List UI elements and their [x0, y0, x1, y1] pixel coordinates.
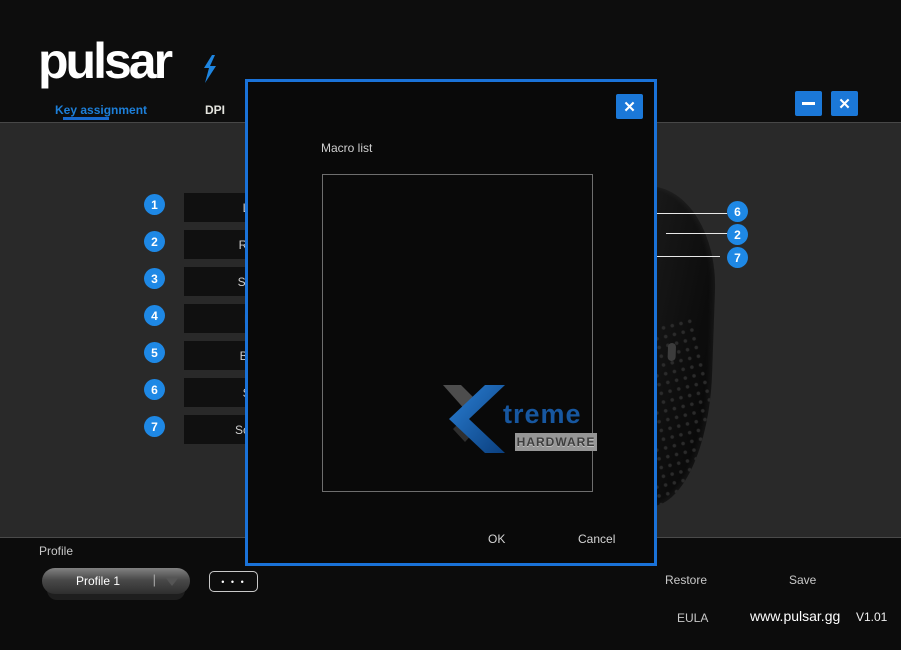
minimize-icon: [802, 102, 815, 105]
minimize-button[interactable]: [795, 91, 822, 116]
dropdown-separator: |: [153, 572, 156, 587]
profile-label: Profile: [39, 544, 73, 558]
restore-button[interactable]: Restore: [665, 573, 707, 587]
button-badge-7: 7: [144, 416, 165, 437]
callout-line-6: [650, 213, 727, 214]
watermark-x-icon: [443, 385, 505, 453]
profile-value: Profile 1: [76, 574, 120, 588]
save-button[interactable]: Save: [789, 573, 816, 587]
dialog-title: Macro list: [321, 141, 372, 155]
button-badge-5: 5: [144, 342, 165, 363]
callout-line-2: [666, 233, 727, 234]
chevron-down-icon: [165, 577, 179, 586]
profile-more-button[interactable]: • • •: [209, 571, 258, 592]
close-button[interactable]: ✕: [831, 91, 858, 116]
tab-dpi[interactable]: DPI: [205, 103, 225, 117]
close-icon: ✕: [838, 95, 851, 113]
xtreme-hardware-watermark: treme HARDWARE: [443, 385, 623, 465]
eula-link[interactable]: EULA: [677, 611, 708, 625]
macro-listbox[interactable]: treme HARDWARE: [322, 174, 593, 492]
website-text: www.pulsar.gg: [750, 608, 840, 624]
macro-list-dialog: ✕ Macro list treme HARDWARE: [245, 79, 657, 566]
button-badge-1: 1: [144, 194, 165, 215]
mouse-badge-7: 7: [727, 247, 748, 268]
button-badge-4: 4: [144, 305, 165, 326]
dialog-close-button[interactable]: ✕: [616, 94, 643, 119]
button-badge-6: 6: [144, 379, 165, 400]
mouse-badge-2: 2: [727, 224, 748, 245]
mouse-badge-6: 6: [727, 201, 748, 222]
lightning-bolt-icon: [201, 55, 219, 83]
ellipsis-icon: • • •: [221, 577, 245, 587]
watermark-treme-text: treme: [503, 399, 582, 430]
active-tab-underline: [63, 117, 109, 120]
app-window: pulsar Key assignment DPI ✕ 1 Left click…: [0, 0, 901, 650]
button-badge-2: 2: [144, 231, 165, 252]
close-icon: ✕: [623, 98, 636, 116]
tab-key-assignment[interactable]: Key assignment: [55, 103, 147, 117]
cancel-button[interactable]: Cancel: [578, 532, 615, 546]
profile-dropdown[interactable]: Profile 1 |: [42, 568, 190, 594]
mouse-side-button: [667, 343, 676, 361]
callout-line-7: [652, 256, 720, 257]
pulsar-logo: pulsar: [38, 32, 170, 90]
ok-button[interactable]: OK: [488, 532, 505, 546]
version-text: V1.01: [856, 610, 887, 624]
button-badge-3: 3: [144, 268, 165, 289]
watermark-hardware-text: HARDWARE: [515, 433, 597, 451]
